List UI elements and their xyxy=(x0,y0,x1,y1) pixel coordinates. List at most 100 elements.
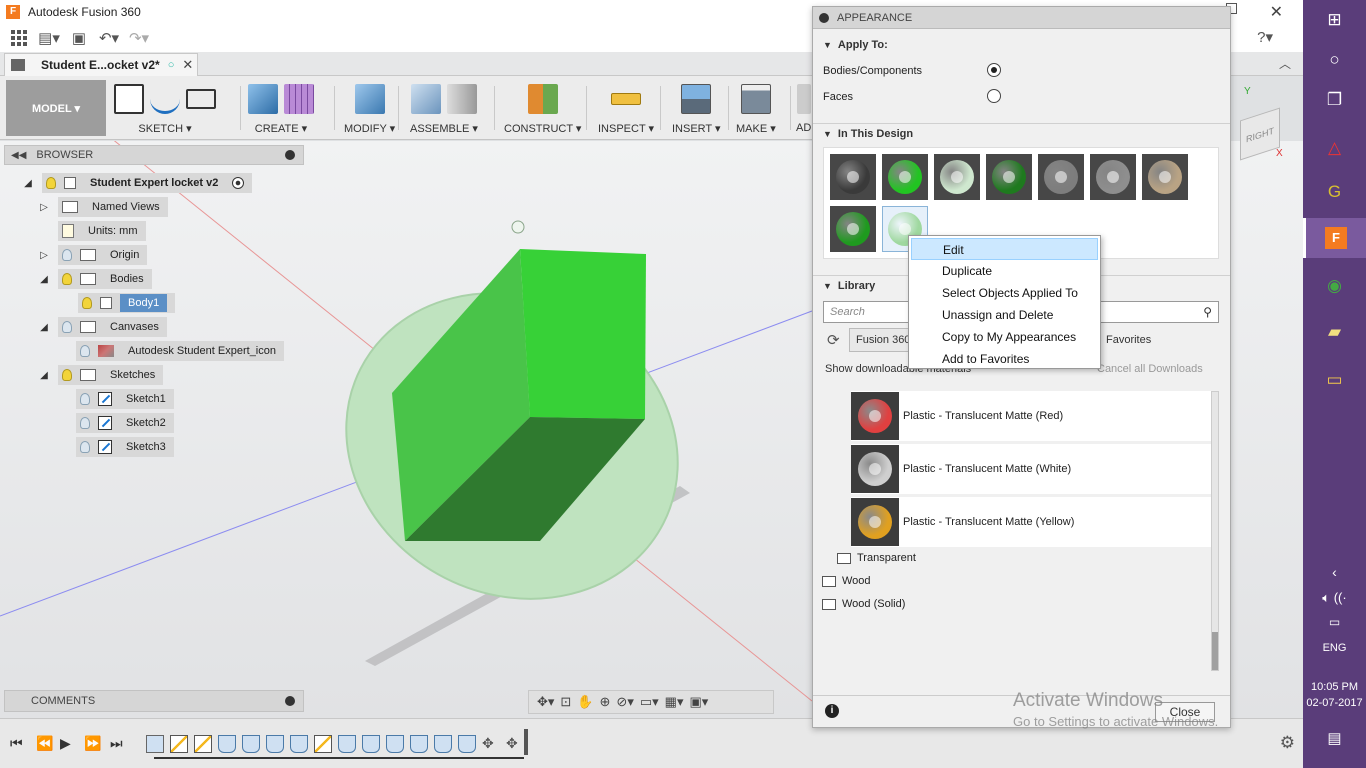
cortana-circle-icon[interactable]: ○ xyxy=(1303,40,1366,80)
network-icon[interactable]: ▭ xyxy=(1303,602,1366,642)
sketch-feature-icon[interactable] xyxy=(194,735,212,753)
inspect-group[interactable]: INSPECT ▾ xyxy=(598,80,654,136)
move-feature-icon[interactable]: ✥ xyxy=(506,735,524,753)
chevron-up-icon[interactable]: ︿ xyxy=(1279,55,1291,72)
sticky-notes-icon[interactable]: ▰ xyxy=(1303,312,1366,352)
collapse-triangle-icon[interactable]: ◢ xyxy=(38,274,50,285)
tree-row-named-views[interactable]: ▷ Named Views xyxy=(38,197,168,217)
menu-item-edit[interactable]: Edit xyxy=(911,238,1098,260)
tree-row-sketches[interactable]: ◢ Sketches xyxy=(38,365,164,385)
help-icon[interactable]: ?▾ xyxy=(1257,28,1273,46)
tree-row-origin[interactable]: ▷ Origin xyxy=(38,245,148,265)
file-explorer-icon[interactable]: ▭ xyxy=(1303,360,1366,400)
comments-panel-header[interactable]: COMMENTS xyxy=(4,690,304,712)
tree-row-sketch3[interactable]: Sketch3 xyxy=(76,437,174,457)
close-window-icon[interactable]: ✕ xyxy=(1270,2,1283,22)
tab-favorites[interactable]: Favorites xyxy=(1099,328,1219,352)
insert-image-icon[interactable] xyxy=(681,84,712,114)
redo-icon[interactable]: ↷▾ xyxy=(128,27,150,49)
measure-icon[interactable] xyxy=(611,93,642,105)
extrude-feature-icon[interactable] xyxy=(242,735,260,753)
create-sketch-icon[interactable] xyxy=(114,84,144,114)
fillet-feature-icon[interactable] xyxy=(386,735,404,753)
tree-row-bodies[interactable]: ◢ Bodies xyxy=(38,269,152,289)
joint-icon[interactable] xyxy=(446,84,477,114)
menu-item-select-objects[interactable]: Select Objects Applied To xyxy=(909,282,1100,304)
expand-triangle-icon[interactable]: ▷ xyxy=(38,250,50,261)
expand-triangle-icon[interactable]: ▷ xyxy=(38,202,50,213)
visibility-bulb-icon[interactable] xyxy=(62,369,72,381)
step-forward-icon[interactable]: ⏩ xyxy=(84,735,101,752)
press-pull-icon[interactable] xyxy=(354,84,385,114)
extrude-icon[interactable] xyxy=(248,84,278,114)
visibility-bulb-icon[interactable] xyxy=(82,297,92,309)
g-app-icon[interactable]: G xyxy=(1303,172,1366,212)
fusion-360-taskbar-icon[interactable]: F xyxy=(1303,218,1366,258)
insert-group[interactable]: INSERT ▾ xyxy=(672,80,721,136)
faces-radio[interactable] xyxy=(987,89,1001,103)
make-group[interactable]: MAKE ▾ xyxy=(736,80,776,136)
viewcube[interactable]: RIGHT X Y xyxy=(1236,86,1286,168)
cancel-downloads-link[interactable]: Cancel all Downloads xyxy=(1097,363,1203,375)
fillet-feature-icon[interactable] xyxy=(434,735,452,753)
tree-row-sketch2[interactable]: Sketch2 xyxy=(76,413,174,433)
timeline-settings-gear-icon[interactable]: ⚙ xyxy=(1280,733,1295,753)
workspace-switcher-button[interactable]: MODEL ▾ xyxy=(6,80,106,136)
orbit-icon[interactable]: ✥▾ xyxy=(537,694,554,710)
appearance-swatch[interactable] xyxy=(830,206,876,252)
visibility-bulb-icon[interactable] xyxy=(80,393,90,405)
data-panel-grid-icon[interactable] xyxy=(8,27,30,49)
appearance-swatch[interactable] xyxy=(1090,154,1136,200)
search-icon[interactable]: ⚲ xyxy=(1203,305,1212,319)
collapse-triangle-icon[interactable]: ◢ xyxy=(38,370,50,381)
appearance-swatch[interactable] xyxy=(882,154,928,200)
look-at-icon[interactable]: ⊡ xyxy=(560,694,571,710)
addins-icon[interactable] xyxy=(796,84,811,114)
modify-group[interactable]: MODIFY ▾ xyxy=(344,80,395,136)
offset-plane-icon[interactable] xyxy=(527,84,558,114)
pan-icon[interactable]: ✋ xyxy=(577,694,593,710)
rectangle-icon[interactable] xyxy=(186,89,216,109)
extrude-feature-icon[interactable] xyxy=(266,735,284,753)
extrude-feature-icon[interactable] xyxy=(218,735,236,753)
viewports-icon[interactable]: ▣▾ xyxy=(689,694,708,710)
language-indicator[interactable]: ENG xyxy=(1303,642,1366,654)
add-comment-icon[interactable] xyxy=(285,696,295,706)
notifications-icon[interactable]: ▤ xyxy=(1303,718,1366,758)
library-scrollbar[interactable] xyxy=(1211,391,1219,671)
collapse-triangle-icon[interactable]: ◢ xyxy=(38,322,50,333)
timeline-marker[interactable] xyxy=(524,729,528,755)
appearance-swatch[interactable] xyxy=(934,154,980,200)
refresh-icon[interactable]: ⟳ xyxy=(827,331,840,349)
fit-icon[interactable]: ⊘▾ xyxy=(616,694,633,710)
browser-panel-header[interactable]: ◀◀ BROWSER xyxy=(4,145,304,165)
scrollbar-thumb[interactable] xyxy=(1212,632,1218,670)
folder-transparent[interactable]: Transparent xyxy=(837,552,916,564)
minimize-panel-icon[interactable] xyxy=(285,150,295,160)
tree-row-sketch1[interactable]: Sketch1 xyxy=(76,389,174,409)
canvas-feature-icon[interactable] xyxy=(146,735,164,753)
construct-group[interactable]: CONSTRUCT ▾ xyxy=(504,80,581,136)
visibility-bulb-icon[interactable] xyxy=(62,321,72,333)
autodesk-app-icon[interactable]: △ xyxy=(1303,128,1366,168)
assemble-group[interactable]: ASSEMBLE ▾ xyxy=(410,80,478,136)
library-item-red[interactable]: Plastic - Translucent Matte (Red) xyxy=(851,391,1211,441)
appearance-swatch[interactable] xyxy=(986,154,1032,200)
appearance-swatch[interactable] xyxy=(830,154,876,200)
play-icon[interactable]: ▶ xyxy=(60,735,71,752)
body-face-front[interactable] xyxy=(520,249,646,419)
close-tab-icon[interactable]: ✕ xyxy=(182,57,193,73)
bodies-components-radio[interactable] xyxy=(987,63,1001,77)
tree-row-units[interactable]: Units: mm xyxy=(58,221,146,241)
appearance-swatch[interactable] xyxy=(1142,154,1188,200)
visibility-bulb-icon[interactable] xyxy=(62,249,72,261)
apply-to-section[interactable]: ▼ Apply To: xyxy=(813,35,1230,55)
menu-item-duplicate[interactable]: Duplicate xyxy=(909,260,1100,282)
zoom-icon[interactable]: ⊕ xyxy=(600,694,611,710)
folder-wood[interactable]: Wood xyxy=(822,575,871,587)
save-icon[interactable]: ▣ xyxy=(68,27,90,49)
visibility-bulb-icon[interactable] xyxy=(80,441,90,453)
tree-row-root[interactable]: ◢ Student Expert locket v2 xyxy=(22,173,253,193)
fillet-feature-icon[interactable] xyxy=(410,735,428,753)
appearance-swatch[interactable] xyxy=(1038,154,1084,200)
